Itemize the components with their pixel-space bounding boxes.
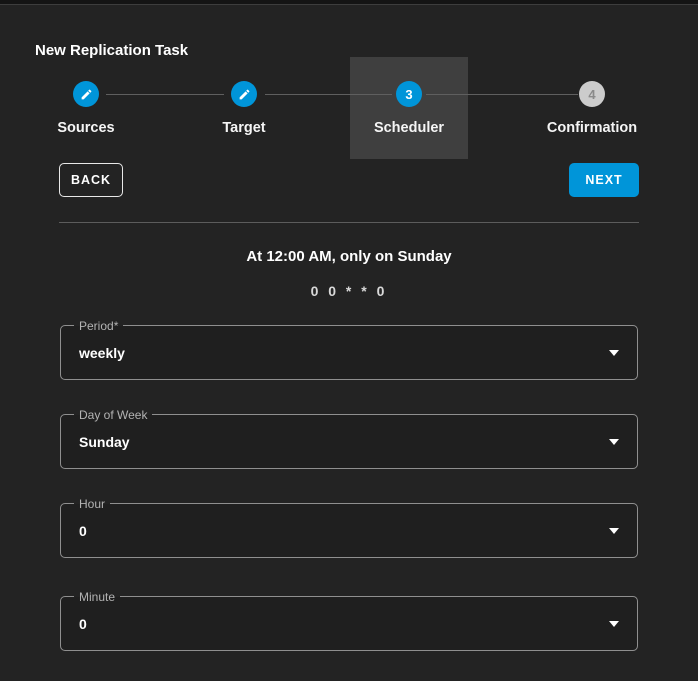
minute-select[interactable]: Minute 0 [60,589,638,651]
minute-label: Minute [74,589,121,605]
schedule-summary-text: At 12:00 AM, only on Sunday [246,248,452,265]
window-top-strip [0,0,698,5]
step-label-scheduler[interactable]: Scheduler [374,120,444,136]
step-scheduler-circle[interactable]: 3 [396,81,422,107]
day-of-week-select[interactable]: Day of Week Sunday [60,407,638,469]
chevron-down-icon [609,527,619,534]
chevron-down-icon [609,349,619,356]
step-sources-circle[interactable] [73,81,99,107]
active-step-highlight [350,57,468,159]
cron-expression-text: 0 0 * * 0 [310,283,388,299]
hour-select[interactable]: Hour 0 [60,496,638,558]
pencil-icon [239,89,249,99]
section-divider [59,222,639,223]
step-number: 3 [405,86,413,102]
chevron-down-icon [609,438,619,445]
step-label-sources[interactable]: Sources [57,120,114,136]
step-label-confirmation[interactable]: Confirmation [547,120,637,136]
day-of-week-value: Sunday [79,433,130,450]
step-label-target[interactable]: Target [222,120,265,136]
chevron-down-icon [609,620,619,627]
next-button[interactable]: NEXT [569,163,639,197]
wizard-stepper: Sources Target 3 Scheduler 4 Confirmatio… [0,57,698,160]
step-target-circle[interactable] [231,81,257,107]
step-confirmation-circle[interactable]: 4 [579,81,605,107]
step-number: 4 [588,86,596,102]
hour-label: Hour [74,496,111,512]
pencil-icon [81,89,91,99]
period-value: weekly [79,344,125,361]
hour-value: 0 [79,522,87,539]
step-connector-line [106,94,224,95]
period-label: Period* [74,318,124,334]
minute-value: 0 [79,615,87,632]
step-connector-line [426,94,578,95]
back-button[interactable]: BACK [59,163,123,197]
step-connector-line [265,94,392,95]
day-of-week-label: Day of Week [74,407,153,423]
period-select[interactable]: Period* weekly [60,318,638,380]
